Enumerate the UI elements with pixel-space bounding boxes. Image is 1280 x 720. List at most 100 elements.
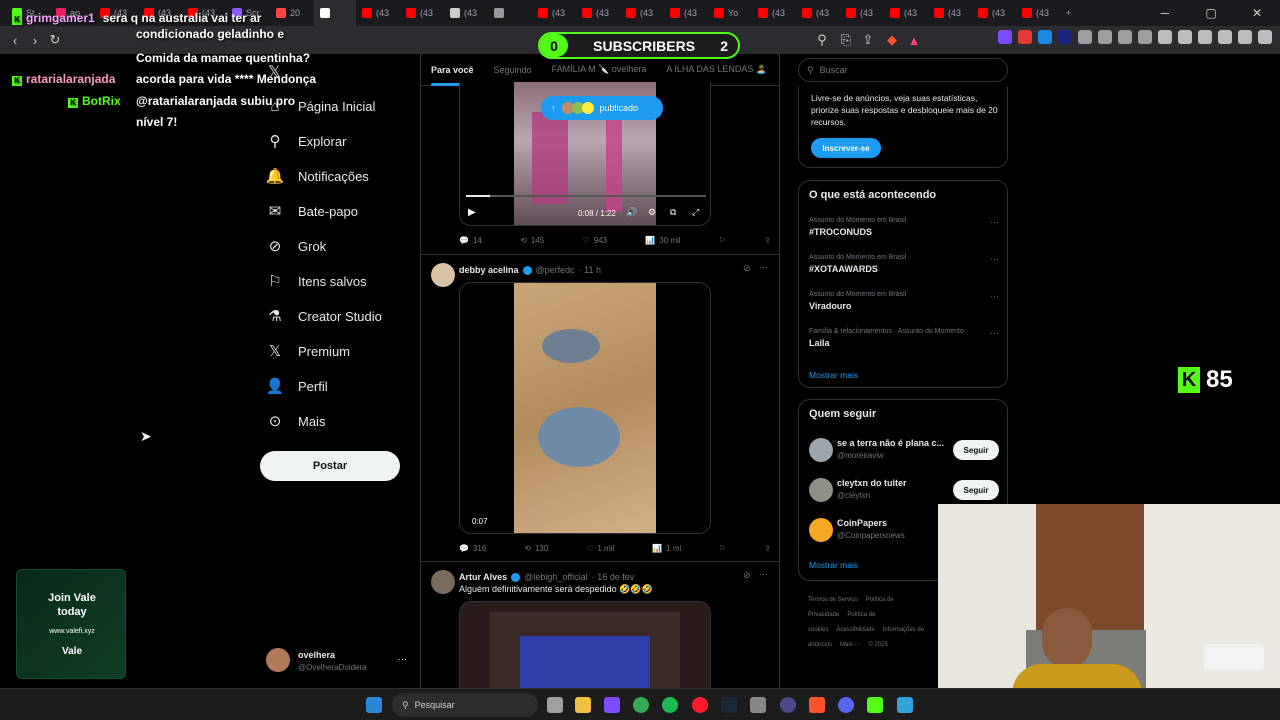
author-handle[interactable]: @perfedc (536, 265, 575, 275)
notepad-icon[interactable] (897, 697, 913, 713)
browser-tab[interactable] (314, 0, 356, 26)
show-more-link[interactable]: Mostrar mais (809, 560, 858, 570)
spotify-icon[interactable] (662, 697, 678, 713)
more-icon[interactable]: ··· (990, 254, 999, 264)
forward-icon[interactable]: › (25, 30, 45, 50)
share-icon[interactable]: ⇪ (858, 30, 878, 50)
nav-item[interactable]: ⊙ Mais (266, 409, 326, 433)
views-button[interactable]: 📊 1 mi (652, 544, 681, 553)
menu-icon[interactable] (1258, 30, 1272, 44)
extension-icon[interactable] (1138, 30, 1152, 44)
author-name[interactable]: debby acelina (459, 265, 519, 275)
account-switcher[interactable]: ovelhera @OvelheraDoidera ··· (266, 646, 412, 678)
nav-item[interactable]: ⚲ Explorar (266, 129, 347, 153)
avatar[interactable] (431, 570, 455, 594)
repost-button[interactable]: ⟲ 130 (524, 544, 548, 553)
more-icon[interactable]: ··· (990, 217, 999, 227)
extension-icon[interactable] (1098, 30, 1112, 44)
video-player[interactable]: 0:07 (459, 282, 711, 534)
new-posts-pill[interactable]: ↑ publicado (541, 96, 663, 120)
app-icon[interactable] (780, 697, 796, 713)
puzzle-icon[interactable] (1118, 30, 1132, 44)
bookmark-icon[interactable]: ⚐ (719, 544, 726, 553)
settings-icon[interactable]: ⚙ (648, 207, 656, 218)
nav-item[interactable]: ✉ Bate-papo (266, 199, 358, 223)
share-icon[interactable]: ⇪ (764, 544, 771, 553)
taskbar-search[interactable]: ⚲ Pesquisar (392, 693, 538, 717)
browser-tab[interactable]: (43 (620, 0, 664, 26)
nav-item[interactable]: 𝕏 Premium (266, 339, 350, 363)
nav-item[interactable]: ⊘ Grok (266, 234, 326, 258)
extension-icon[interactable] (1018, 30, 1032, 44)
follow-button[interactable]: Seguir (953, 480, 999, 500)
nav-item[interactable]: ⚗ Creator Studio (266, 304, 382, 328)
trend-item[interactable]: Assunto do Momento em Brasil Viradouro ··· (809, 291, 999, 311)
browser-tab[interactable]: (43 (840, 0, 884, 26)
zoom-icon[interactable]: ⚲ (812, 30, 832, 50)
subscribe-button[interactable]: Inscrever-se (811, 138, 881, 158)
more-icon[interactable]: ··· (759, 569, 768, 579)
extension-icon[interactable] (998, 30, 1012, 44)
pip-icon[interactable]: ⧉ (670, 207, 676, 218)
tweet-time[interactable]: · 16 de fev (592, 572, 635, 582)
nav-item[interactable]: 👤 Perfil (266, 374, 328, 398)
steam-icon[interactable] (721, 697, 737, 713)
brave-icon[interactable] (809, 697, 825, 713)
browser-tab[interactable]: (43 (576, 0, 620, 26)
windows-start-icon[interactable] (366, 697, 382, 713)
timeline-tab[interactable]: Seguindo (484, 54, 542, 86)
like-button[interactable]: ♡ 1 mil (586, 544, 614, 553)
browser-tab[interactable]: (43 (356, 0, 400, 26)
task-view-icon[interactable] (547, 697, 563, 713)
footer-link[interactable]: Mais ··· (840, 642, 860, 648)
share-icon[interactable]: ⇪ (764, 236, 771, 245)
follow-suggestion[interactable]: cleytxn do tuiter @cleytxn Seguir (809, 476, 999, 504)
media-icon[interactable] (1158, 30, 1172, 44)
follow-button[interactable]: Seguir (953, 440, 999, 460)
follow-suggestion[interactable]: se a terra não é plana c... @moreiraviw Se… (809, 436, 999, 464)
timeline-tab[interactable]: Para você (421, 54, 484, 86)
chrome-icon[interactable] (633, 697, 649, 713)
browser-tab[interactable]: (43 (1016, 0, 1060, 26)
browser-tab[interactable]: (43 (400, 0, 444, 26)
minimize-button[interactable]: ─ (1142, 0, 1188, 26)
grok-icon[interactable]: ⊘ (743, 570, 751, 581)
like-button[interactable]: ♡ 943 (582, 236, 607, 245)
browser-tab[interactable]: (43 (664, 0, 708, 26)
footer-link[interactable]: Termos de Serviço (808, 597, 858, 603)
trend-item[interactable]: Assunto do Momento em Brasil #TROCONUDS ··… (809, 217, 999, 237)
app-icon[interactable] (750, 697, 766, 713)
avatar[interactable] (431, 263, 455, 287)
footer-link[interactable]: © 2025 (868, 642, 887, 648)
show-more-link[interactable]: Mostrar mais (809, 370, 858, 380)
browser-tab[interactable]: Yo (708, 0, 752, 26)
trend-item[interactable]: Assunto do Momento em Brasil #XOTAAWARDS ·… (809, 254, 999, 274)
opera-icon[interactable] (692, 697, 708, 713)
trend-item[interactable]: Família & relacionamentos · Assunto do M… (809, 328, 999, 348)
more-icon[interactable]: ··· (759, 262, 768, 272)
vpn-icon[interactable] (1238, 30, 1252, 44)
discord-icon[interactable] (838, 697, 854, 713)
new-tab-button[interactable]: + (1060, 0, 1084, 26)
fullscreen-icon[interactable]: ⤢ (692, 207, 699, 218)
search-input[interactable]: ⚲ Buscar (798, 58, 1008, 82)
reply-button[interactable]: 💬 14 (459, 236, 482, 245)
repost-button[interactable]: ⟲ 145 (520, 236, 544, 245)
nav-item[interactable]: 🔔 Notificações (266, 164, 369, 188)
post-button[interactable]: Postar (260, 451, 400, 481)
wallet-icon[interactable] (1198, 30, 1212, 44)
nav-item[interactable]: ⚐ Itens salvos (266, 269, 366, 293)
browser-tab[interactable]: (43 (972, 0, 1016, 26)
video-progress-track[interactable] (466, 195, 706, 197)
browser-tab[interactable]: (43 (444, 0, 488, 26)
tweet-time[interactable]: · 11 h (579, 265, 601, 275)
kick-icon[interactable] (867, 697, 883, 713)
extension-icon[interactable] (1078, 30, 1092, 44)
footer-link[interactable]: Acessibilidade (836, 627, 874, 633)
browser-tab[interactable]: (43 (884, 0, 928, 26)
file-explorer-icon[interactable] (575, 697, 591, 713)
browser-tab[interactable]: 20 (270, 0, 314, 26)
maximize-button[interactable]: ▢ (1188, 0, 1234, 26)
extension-icon[interactable] (1058, 30, 1072, 44)
sidebar-icon[interactable] (1178, 30, 1192, 44)
